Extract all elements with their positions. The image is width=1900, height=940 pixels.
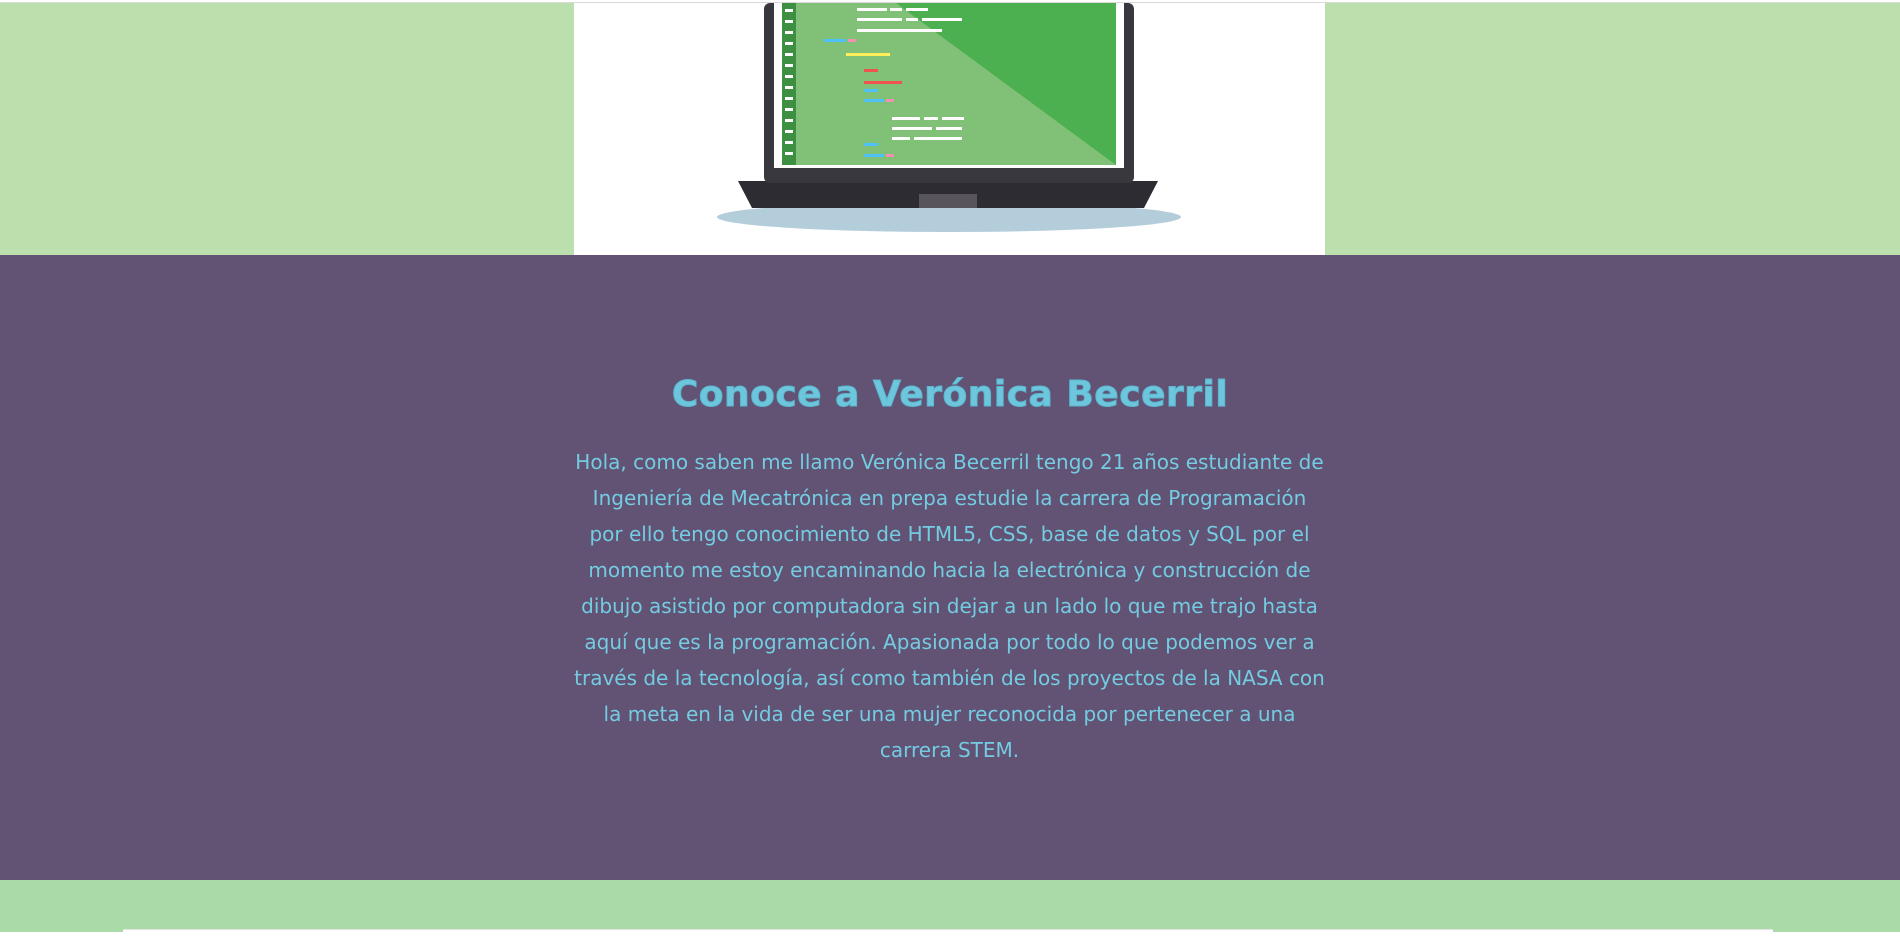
laptop-hinge-notch [919,194,977,208]
footer-card [123,929,1773,940]
footer-section [0,880,1900,940]
about-section: Conoce a Verónica Becerril Hola, como sa… [0,255,1900,880]
about-paragraph: Hola, como saben me llamo Verónica Becer… [574,450,1325,762]
hero-image [574,3,1325,256]
hero-banner [0,2,1900,256]
screen-gutter [782,3,796,165]
about-title: Conoce a Verónica Becerril [671,374,1229,416]
laptop-code-icon [717,3,1181,232]
